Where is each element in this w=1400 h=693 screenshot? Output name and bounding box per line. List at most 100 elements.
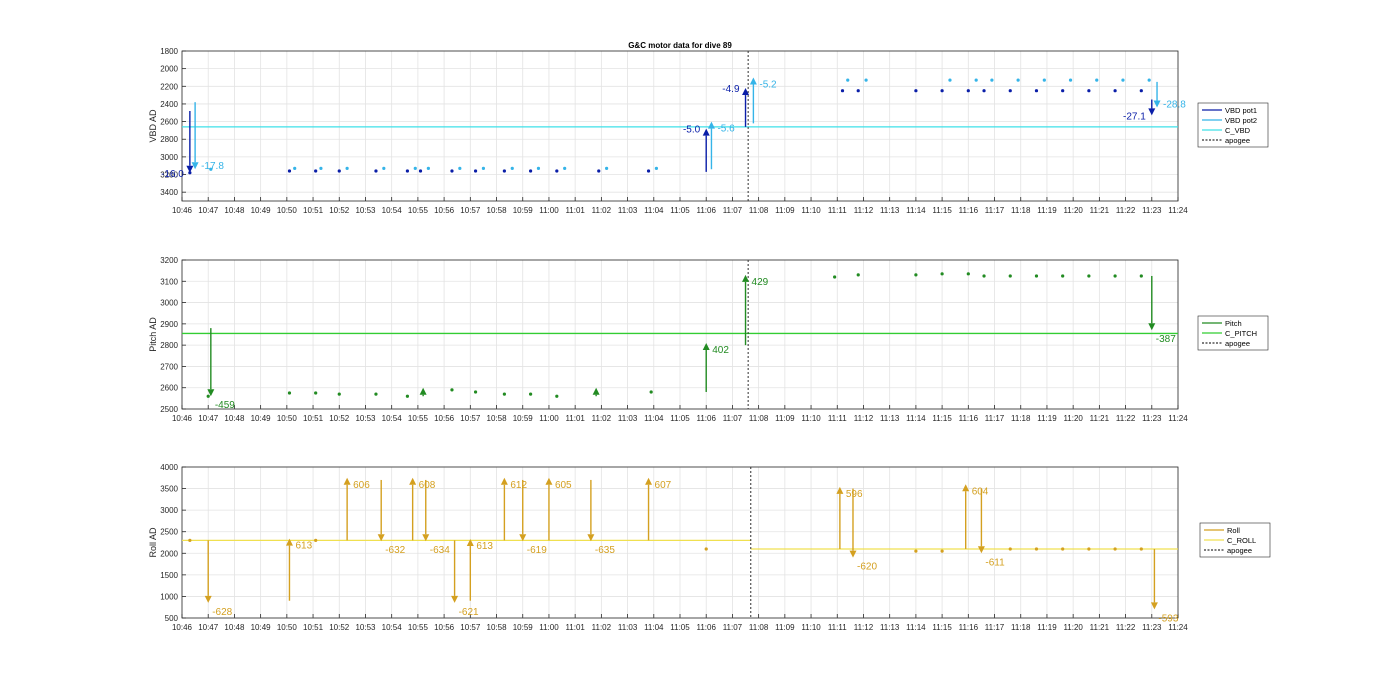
data-point [529,392,533,396]
x-tick-label: 11:13 [880,414,900,423]
x-tick-label: 11:14 [906,414,926,423]
data-point [864,78,868,82]
data-point [948,78,952,82]
data-point [974,78,978,82]
arrow-label: -5.6 [717,124,735,135]
data-point [940,272,944,276]
data-point [206,394,210,398]
x-tick-label: 11:17 [985,414,1005,423]
x-tick-label: 10:48 [224,414,245,423]
arrow-label: -17.8 [201,161,224,172]
x-tick-label: 11:02 [592,623,612,632]
x-tick-label: 11:04 [644,206,664,215]
x-tick-label: 11:04 [644,414,664,423]
x-tick-label: 10:50 [277,206,298,215]
legend-entry: apogee [1225,339,1250,348]
y-tick-label: 1800 [160,47,178,56]
y-tick-label: 2700 [160,362,178,371]
x-tick-label: 10:59 [513,623,534,632]
x-tick-label: 11:22 [1116,206,1136,215]
y-tick-label: 2500 [160,528,178,537]
arrow-label: -28.8 [1163,99,1186,110]
data-point [1061,274,1065,278]
arrow-label: -16.0 [161,169,184,180]
x-tick-label: 10:46 [172,414,193,423]
x-tick-label: 11:19 [1037,623,1057,632]
arrow-label: 605 [555,480,572,491]
data-point [856,89,860,93]
x-tick-label: 10:55 [408,414,429,423]
x-tick-label: 11:19 [1037,206,1057,215]
data-point [1034,274,1039,278]
data-point [314,169,318,173]
x-tick-label: 10:57 [460,623,481,632]
x-tick-label: 11:02 [592,206,612,215]
data-point [1034,547,1039,551]
x-tick-label: 10:59 [513,206,534,215]
legend-entry: C_PITCH [1225,329,1257,338]
x-tick-label: 11:09 [775,623,795,632]
y-tick-label: 3200 [160,256,178,265]
x-tick-label: 11:01 [565,623,585,632]
x-tick-label: 11:09 [775,414,795,423]
x-tick-label: 11:11 [828,206,847,215]
x-tick-label: 11:21 [1090,623,1110,632]
x-tick-label: 11:11 [828,623,847,632]
y-tick-label: 3000 [160,299,178,308]
x-tick-label: 11:16 [959,206,979,215]
data-point [605,166,609,170]
figure-title: G&C motor data for dive 89 [628,41,732,50]
data-point [1016,78,1020,82]
arrow-label: -611 [985,557,1005,568]
x-tick-label: 10:59 [513,414,534,423]
arrow-label: -621 [459,607,479,618]
data-point [649,390,653,394]
x-tick-label: 11:18 [1011,623,1031,632]
x-tick-label: 10:54 [382,206,403,215]
x-tick-label: 11:07 [723,206,743,215]
data-point [1139,547,1143,551]
arrow-label: 613 [295,541,312,552]
data-point [188,538,192,542]
x-tick-label: 10:58 [487,206,508,215]
data-point [1113,89,1117,93]
x-tick-label: 10:55 [408,206,429,215]
data-point [1095,78,1099,82]
x-tick-label: 10:51 [303,414,324,423]
arrow-label: -593 [1158,613,1178,624]
arrow-label: -5.2 [759,79,777,90]
roll-panel: 10:46 10:47 10:48 10:49 10:50 10:51 10:52 10:53… [148,463,1271,632]
arrow-label: -5.0 [683,125,701,136]
x-tick-label: 11:13 [880,623,900,632]
data-point [1147,78,1151,82]
legend-entry: C_ROLL [1227,536,1256,545]
data-point [966,272,970,276]
y-tick-label: 500 [165,614,179,623]
data-point [1061,547,1065,551]
data-point [966,89,970,93]
data-point [337,392,341,396]
x-tick-label: 10:49 [251,414,272,423]
data-point [833,275,837,279]
x-tick-label: 11:03 [618,206,638,215]
data-point [287,391,292,395]
arrow-label: -620 [857,562,877,573]
data-point [940,549,944,553]
motor-figure: G&C motor data for dive 89 10:46 10:47 10:… [148,41,1271,632]
data-point [418,169,423,173]
data-point [382,166,386,170]
x-tick-label: 11:00 [539,623,559,632]
data-point [426,166,430,170]
legend-entry: apogee [1227,546,1252,555]
data-point [846,78,850,82]
arrow-label: 607 [655,480,672,491]
arrow-label: -27.1 [1123,111,1146,122]
legend-entry: Roll [1227,526,1240,535]
y-tick-label: 2600 [160,384,178,393]
data-point [840,89,845,93]
x-tick-label: 11:16 [959,623,979,632]
x-tick-label: 10:46 [172,623,193,632]
x-tick-label: 11:24 [1168,206,1188,215]
x-tick-label: 11:06 [696,206,716,215]
y-tick-label: 3100 [160,277,178,286]
